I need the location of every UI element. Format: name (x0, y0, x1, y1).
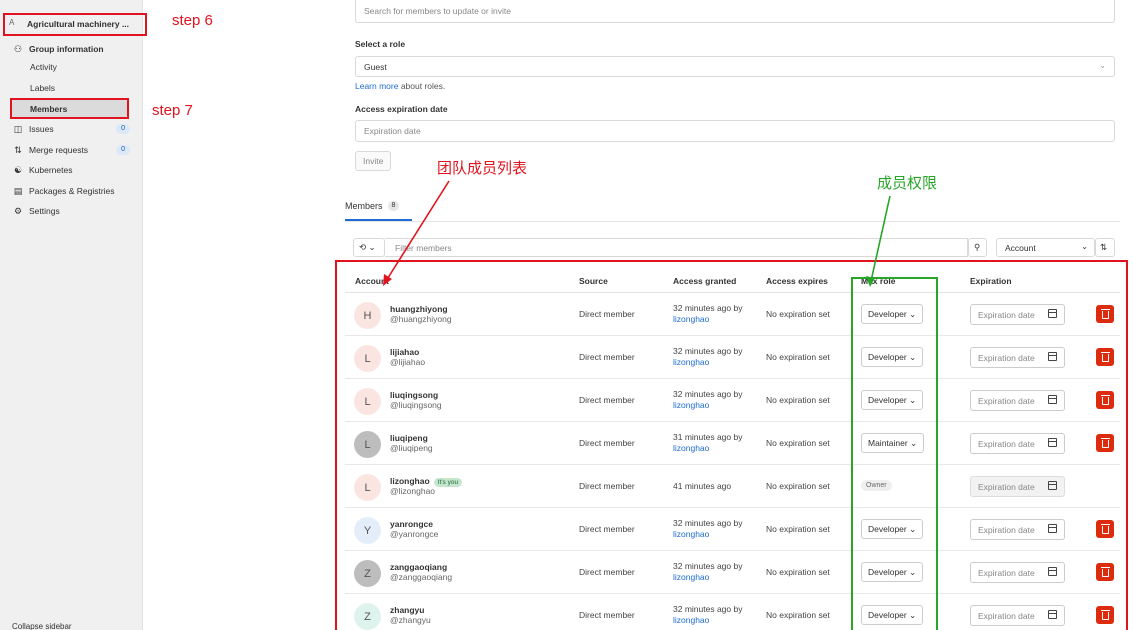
green-arrow-line (870, 195, 891, 282)
green-arrow-head (866, 276, 875, 287)
red-arrow-head (383, 274, 392, 286)
annotation-arrows (383, 180, 891, 287)
red-arrow-line (385, 180, 450, 282)
page: A Agricultural machinery ... ⚇ Group inf… (0, 0, 1133, 630)
